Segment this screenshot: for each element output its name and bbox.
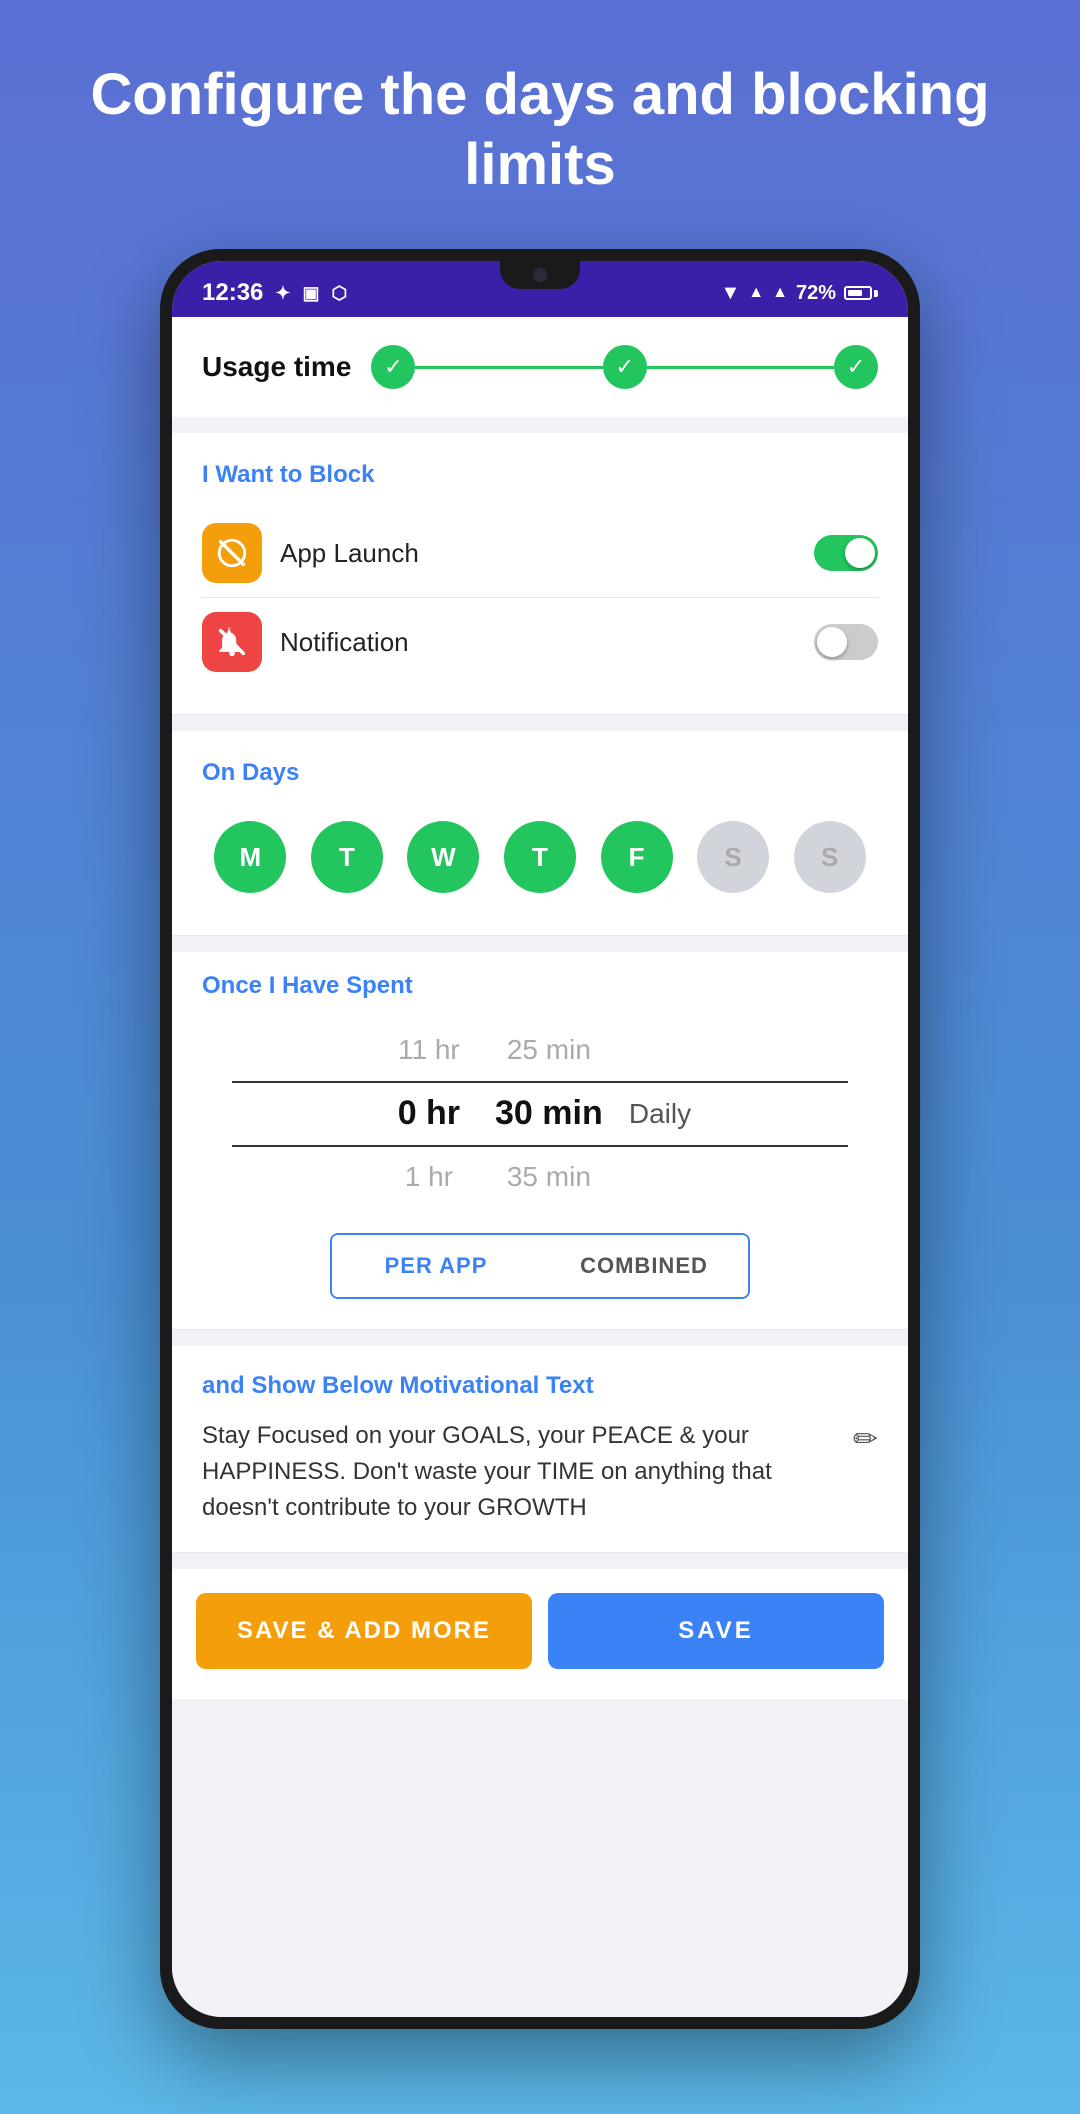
notification-toggle-knob [817,627,847,657]
save-button[interactable]: SAVE [548,1593,884,1669]
page-title: Configure the days and blocking limits [0,0,1080,249]
day-thursday[interactable]: T [504,821,576,893]
block-item-notification: Notification [202,598,878,686]
period-column: . Daily . [609,1024,711,1204]
status-bar-left: 12:36 ✦ ▣ ⬡ [202,279,347,307]
screen-icon: ▣ [302,283,319,304]
period-spacer: . [656,1024,664,1084]
motivational-text: Stay Focused on your GOALS, your PEACE &… [202,1418,853,1526]
step-title: Usage time [202,351,351,383]
signal-icon-1: ▲ [748,284,764,302]
per-app-button[interactable]: PER APP [332,1235,540,1297]
battery-icon [844,286,878,300]
hours-selected[interactable]: 0 hr [398,1080,460,1147]
hours-above: 11 hr [398,1020,460,1080]
days-label: On Days [202,759,878,787]
divider-main-3 [172,1329,908,1330]
phone-frame: 12:36 ✦ ▣ ⬡ ▼ ▲ ▲ 72% [160,249,920,2029]
time-picker-section: Once I Have Spent 11 hr 0 hr 1 hr 25 min… [172,952,908,1329]
block-item-left-notification: Notification [202,612,409,672]
app-launch-label: App Launch [280,538,419,569]
block-item-app-launch: App Launch [202,509,878,597]
divider-main-2 [172,935,908,936]
app-content: Usage time ✓ ✓ ✓ I Want to Block [172,317,908,2017]
day-saturday[interactable]: S [697,821,769,893]
notification-icon [202,612,262,672]
day-tuesday[interactable]: T [311,821,383,893]
block-item-left-app-launch: App Launch [202,523,419,583]
edit-icon[interactable]: ✏ [853,1422,878,1457]
block-section-label: I Want to Block [202,461,878,489]
notification-label: Notification [280,627,409,658]
step-line-1 [415,366,602,369]
block-section: I Want to Block App Launch [172,433,908,714]
step-2: ✓ [603,345,647,389]
motivational-label: and Show Below Motivational Text [202,1372,878,1400]
signal-icon-2: ▲ [772,284,788,302]
save-add-button[interactable]: SAVE & ADD MORE [196,1593,532,1669]
mode-buttons: PER APP COMBINED [330,1233,750,1299]
phone-inner: 12:36 ✦ ▣ ⬡ ▼ ▲ ▲ 72% [172,261,908,2017]
hours-below: 1 hr [405,1147,453,1207]
day-sunday[interactable]: S [794,821,866,893]
day-friday[interactable]: F [601,821,673,893]
step-bar: Usage time ✓ ✓ ✓ [172,317,908,417]
app-launch-icon [202,523,262,583]
time-section-label: Once I Have Spent [202,972,878,1000]
period-selected[interactable]: Daily [609,1084,711,1144]
status-bar-right: ▼ ▲ ▲ 72% [720,282,878,305]
battery-percent: 72% [796,282,836,305]
days-row: M T W T F S S [202,807,878,907]
period-spacer-2: . [656,1144,664,1204]
day-wednesday[interactable]: W [407,821,479,893]
step-1: ✓ [371,345,415,389]
notification-toggle[interactable] [814,624,878,660]
slack-icon: ✦ [275,283,290,304]
shield-icon: ⬡ [332,283,348,304]
time-picker-container: 11 hr 0 hr 1 hr 25 min 30 min 35 min . D… [202,1020,878,1207]
camera [533,268,547,282]
mins-above: 25 min [507,1020,591,1080]
app-launch-toggle-knob [845,538,875,568]
motivational-section: and Show Below Motivational Text Stay Fo… [172,1346,908,1552]
mins-below: 35 min [507,1147,591,1207]
hours-column: 11 hr 0 hr 1 hr [369,1020,489,1207]
app-launch-toggle[interactable] [814,535,878,571]
status-time: 12:36 [202,279,263,307]
minutes-column: 25 min 30 min 35 min [489,1020,609,1207]
day-monday[interactable]: M [214,821,286,893]
motivational-text-row: Stay Focused on your GOALS, your PEACE &… [202,1418,878,1526]
step-indicators: ✓ ✓ ✓ [371,345,878,389]
bottom-buttons: SAVE & ADD MORE SAVE [172,1569,908,1699]
divider-main-1 [172,714,908,715]
combined-button[interactable]: COMBINED [540,1235,748,1297]
step-3: ✓ [834,345,878,389]
wifi-icon: ▼ [720,282,740,305]
step-line-2 [647,366,834,369]
divider-main-4 [172,1552,908,1553]
notch [500,261,580,289]
days-section: On Days M T W T F S S [172,731,908,935]
status-bar: 12:36 ✦ ▣ ⬡ ▼ ▲ ▲ 72% [172,261,908,317]
mins-selected[interactable]: 30 min [495,1080,603,1147]
